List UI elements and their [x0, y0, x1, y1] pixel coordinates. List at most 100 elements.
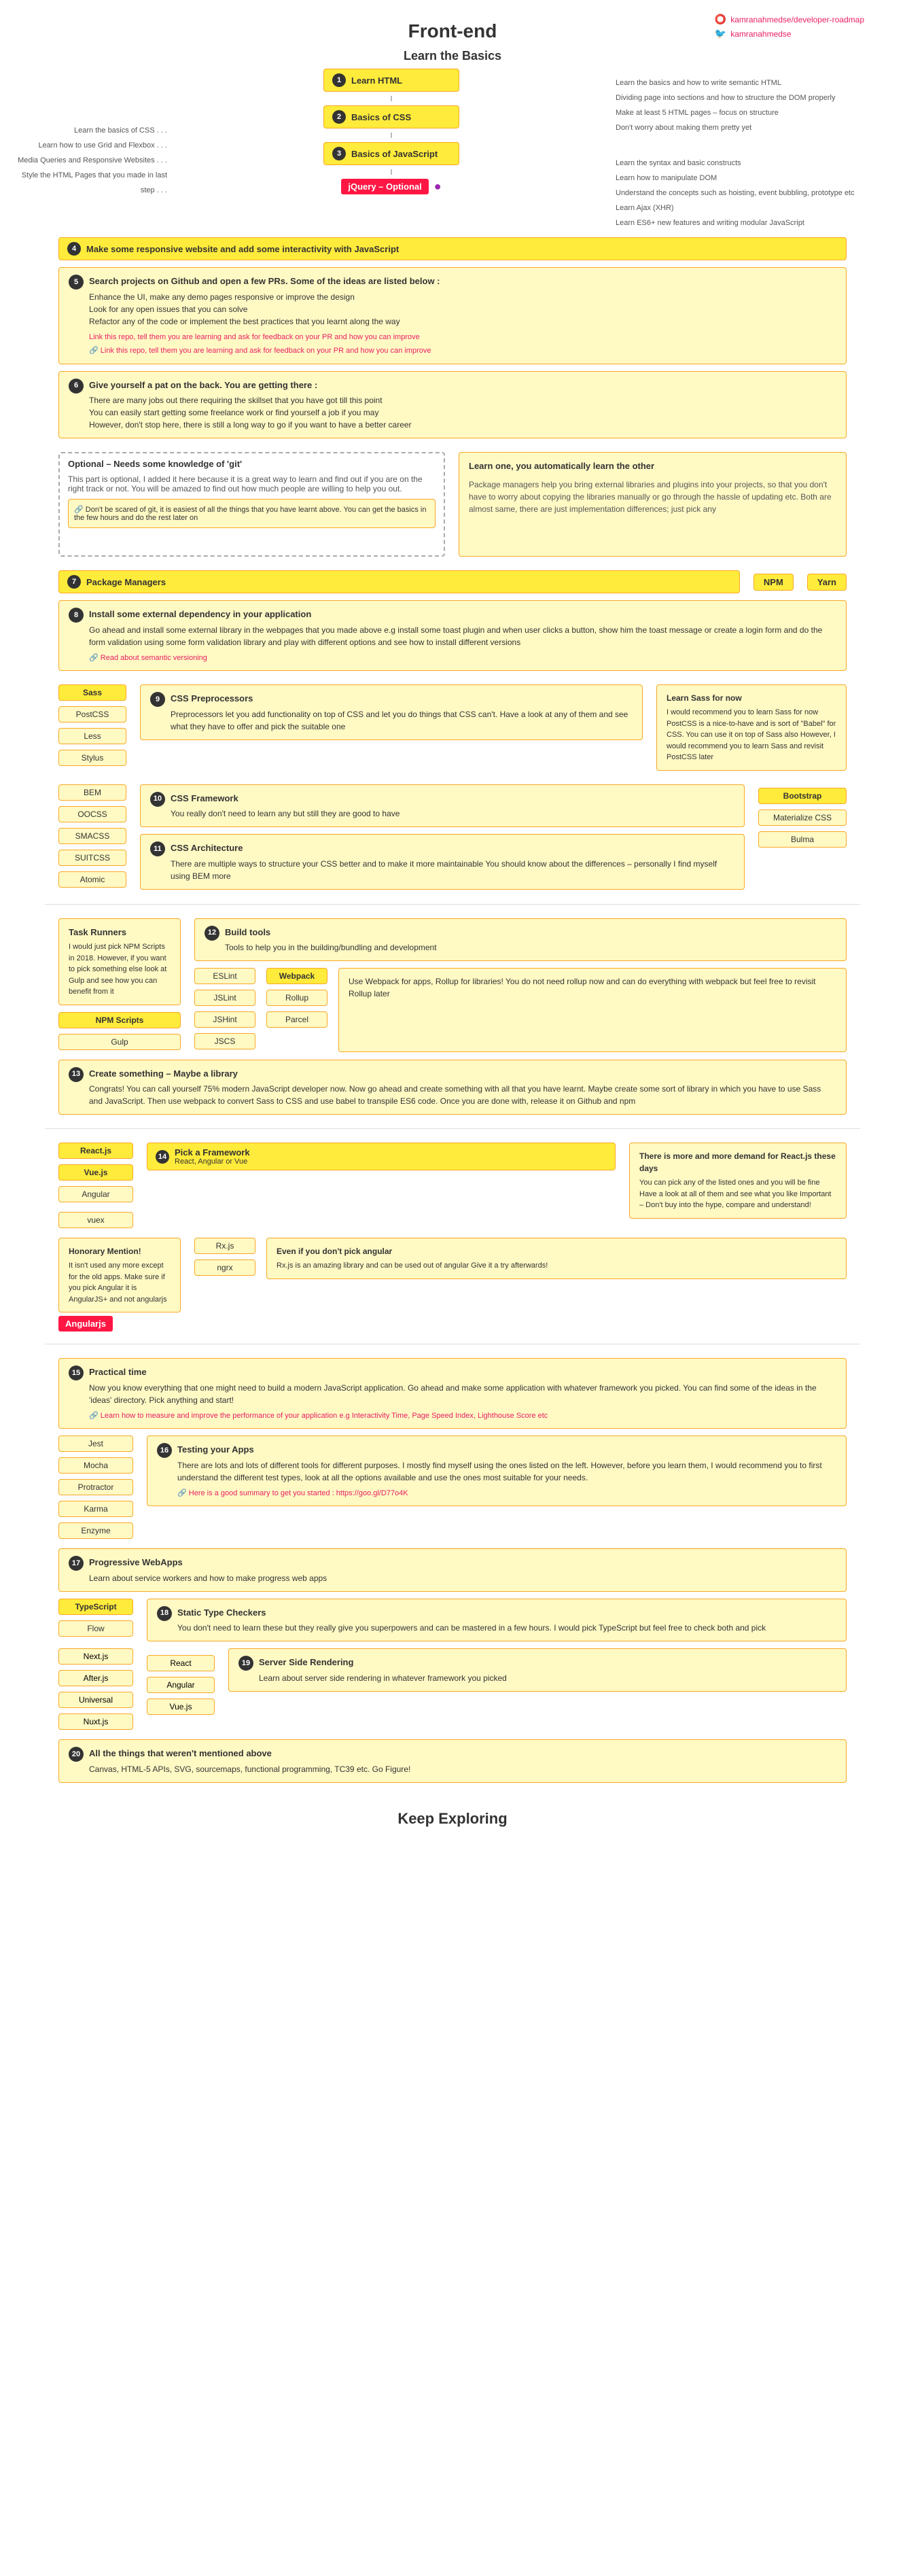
step-js[interactable]: 3 Basics of JavaScript: [323, 142, 459, 165]
js-hint-5: Learn ES6+ new features and writing modu…: [616, 215, 887, 230]
webpack-box[interactable]: Webpack: [266, 968, 327, 984]
step7-row: 7 Package Managers NPM Yarn: [58, 570, 847, 593]
sass-box[interactable]: Sass: [58, 684, 126, 701]
step19-area: 19 Server Side Rendering Learn about ser…: [228, 1648, 847, 1692]
vuejs-ssr-box[interactable]: Vue.js: [147, 1699, 215, 1715]
typescript-box[interactable]: TypeScript: [58, 1599, 133, 1615]
preprocessor-list: Sass PostCSS Less Stylus: [58, 684, 126, 769]
task-runners-area: Task Runners I would just pick NPM Scrip…: [58, 918, 181, 1053]
npm-scripts-box[interactable]: NPM Scripts: [58, 1012, 181, 1028]
jshint-box[interactable]: JSHint: [194, 1011, 255, 1028]
step5-link[interactable]: Link this repo, tell them you are learni…: [89, 332, 440, 343]
atomic-box[interactable]: Atomic: [58, 871, 126, 888]
step-num-1: 1: [332, 73, 346, 87]
less-label: Less: [84, 731, 101, 741]
step5-items: Enhance the UI, make any demo pages resp…: [89, 291, 440, 328]
smacss-box[interactable]: SMACSS: [58, 828, 126, 844]
step8-link[interactable]: 🔗 Read about semantic versioning: [89, 652, 836, 664]
karma-box[interactable]: Karma: [58, 1501, 133, 1517]
sass-note-box: Learn Sass for now I would recommend you…: [656, 684, 847, 771]
angular-ssr-box[interactable]: Angular: [147, 1677, 215, 1693]
roadmap-container: Learn the Basics Learn the basics of CSS…: [18, 49, 887, 1841]
bootstrap-box[interactable]: Bootstrap: [758, 788, 847, 804]
less-box[interactable]: Less: [58, 728, 126, 744]
step16-link[interactable]: 🔗 Here is a good summary to get you star…: [177, 1488, 836, 1499]
twitter-link[interactable]: 🐦 kamranahmedse: [715, 28, 864, 39]
step15-link[interactable]: 🔗 Learn how to measure and improve the p…: [89, 1410, 836, 1422]
step-css-label: Basics of CSS: [351, 112, 411, 122]
right-hints: Learn the basics and how to write semant…: [616, 69, 887, 230]
framework-list-right: Bootstrap Materialize CSS Bulma: [758, 784, 847, 850]
step6-items: There are many jobs out there requiring …: [89, 394, 412, 431]
optional-title: Optional – Needs some knowledge of 'git': [68, 459, 436, 469]
parcel-box[interactable]: Parcel: [266, 1011, 327, 1028]
ngrx-box[interactable]: ngrx: [194, 1259, 255, 1276]
step5-item-2: Look for any open issues that you can so…: [89, 303, 440, 315]
ngrx-label: ngrx: [217, 1263, 232, 1272]
mocha-box[interactable]: Mocha: [58, 1457, 133, 1474]
vuex-item: vuex: [58, 1212, 133, 1231]
jslint-box[interactable]: JSLint: [194, 990, 255, 1006]
bem-box[interactable]: BEM: [58, 784, 126, 801]
keep-exploring: Keep Exploring: [18, 1790, 887, 1841]
universal-box[interactable]: Universal: [58, 1692, 133, 1708]
left-hint-4: Style the HTML Pages that you made in la…: [18, 168, 167, 198]
rollup-box[interactable]: Rollup: [266, 990, 327, 1006]
gulp-box[interactable]: Gulp: [58, 1034, 181, 1050]
react-ssr-box[interactable]: React: [147, 1655, 215, 1671]
nextjs-box[interactable]: Next.js: [58, 1648, 133, 1665]
enzyme-box[interactable]: Enzyme: [58, 1522, 133, 1539]
eslint-box[interactable]: ESLint: [194, 968, 255, 984]
afterjs-box[interactable]: After.js: [58, 1670, 133, 1686]
nuxtjs-box[interactable]: Nuxt.js: [58, 1713, 133, 1730]
jscs-box[interactable]: JSCS: [194, 1033, 255, 1049]
step-num-12: 12: [205, 926, 219, 941]
step19-section: Next.js After.js Universal Nuxt.js React…: [58, 1648, 847, 1733]
step14-box[interactable]: 14 Pick a Framework React, Angular or Vu…: [147, 1143, 616, 1170]
step6-item-2: You can easily start getting some freela…: [89, 406, 412, 419]
step-num-2: 2: [332, 110, 346, 124]
step18-area: 18 Static Type Checkers You don't need t…: [147, 1599, 847, 1642]
js-hint-3: Understand the concepts such as hoisting…: [616, 186, 887, 201]
angularjs-badge-row: Angularjs: [58, 1318, 181, 1330]
flow-box[interactable]: Flow: [58, 1620, 133, 1637]
step13-header: 13 Create something – Maybe a library Co…: [69, 1067, 836, 1108]
step-css[interactable]: 2 Basics of CSS: [323, 105, 459, 128]
protractor-box[interactable]: Protractor: [58, 1479, 133, 1495]
oocss-box[interactable]: OOCSS: [58, 806, 126, 822]
oocss-label: OOCSS: [77, 810, 107, 819]
step8-box: 8 Install some external dependency in yo…: [58, 600, 847, 671]
step-num-14: 14: [156, 1150, 169, 1164]
npm-box[interactable]: NPM: [753, 574, 794, 591]
reactjs-box[interactable]: React.js: [58, 1143, 133, 1159]
step-html[interactable]: 1 Learn HTML: [323, 69, 459, 92]
rxjs-box[interactable]: Rx.js: [194, 1238, 255, 1254]
step5-link-text[interactable]: 🔗 Link this repo, tell them you are lear…: [89, 345, 440, 357]
vuex-box[interactable]: vuex: [58, 1212, 133, 1228]
jest-box[interactable]: Jest: [58, 1435, 133, 1452]
step9-label: CSS Preprocessors: [171, 692, 633, 706]
step17-row: 17 Progressive WebApps Learn about servi…: [58, 1548, 847, 1592]
rx-note-body: Rx.js is an amazing library and can be u…: [277, 1260, 836, 1272]
right-hint-3: Make at least 5 HTML pages – focus on st…: [616, 105, 887, 120]
learn-one-title: Learn one, you automatically learn the o…: [469, 459, 836, 473]
step4-box[interactable]: 4 Make some responsive website and add s…: [58, 237, 847, 260]
github-link[interactable]: ⭕ kamranahmedse/developer-roadmap: [715, 14, 864, 25]
bulma-box[interactable]: Bulma: [758, 831, 847, 848]
ssr-list-mid: React Angular Vue.js: [147, 1648, 215, 1718]
postcss-box[interactable]: PostCSS: [58, 706, 126, 723]
stylus-box[interactable]: Stylus: [58, 750, 126, 766]
angular-box[interactable]: Angular: [58, 1186, 133, 1202]
step-num-9: 9: [150, 692, 165, 707]
suitcss-label: SUITCSS: [75, 853, 110, 863]
materialize-box[interactable]: Materialize CSS: [758, 810, 847, 826]
connector-v3: [391, 169, 392, 175]
step11-label: CSS Architecture: [171, 841, 734, 855]
yarn-box[interactable]: Yarn: [807, 574, 847, 591]
rx-area: Rx.js ngrx Even if you don't pick angula…: [194, 1238, 847, 1279]
suitcss-box[interactable]: SUITCSS: [58, 850, 126, 866]
step7-label: Package Managers: [86, 577, 166, 587]
step7-box[interactable]: 7 Package Managers: [58, 570, 740, 593]
step17-header: 17 Progressive WebApps Learn about servi…: [69, 1556, 836, 1584]
vuejs-box[interactable]: Vue.js: [58, 1164, 133, 1181]
